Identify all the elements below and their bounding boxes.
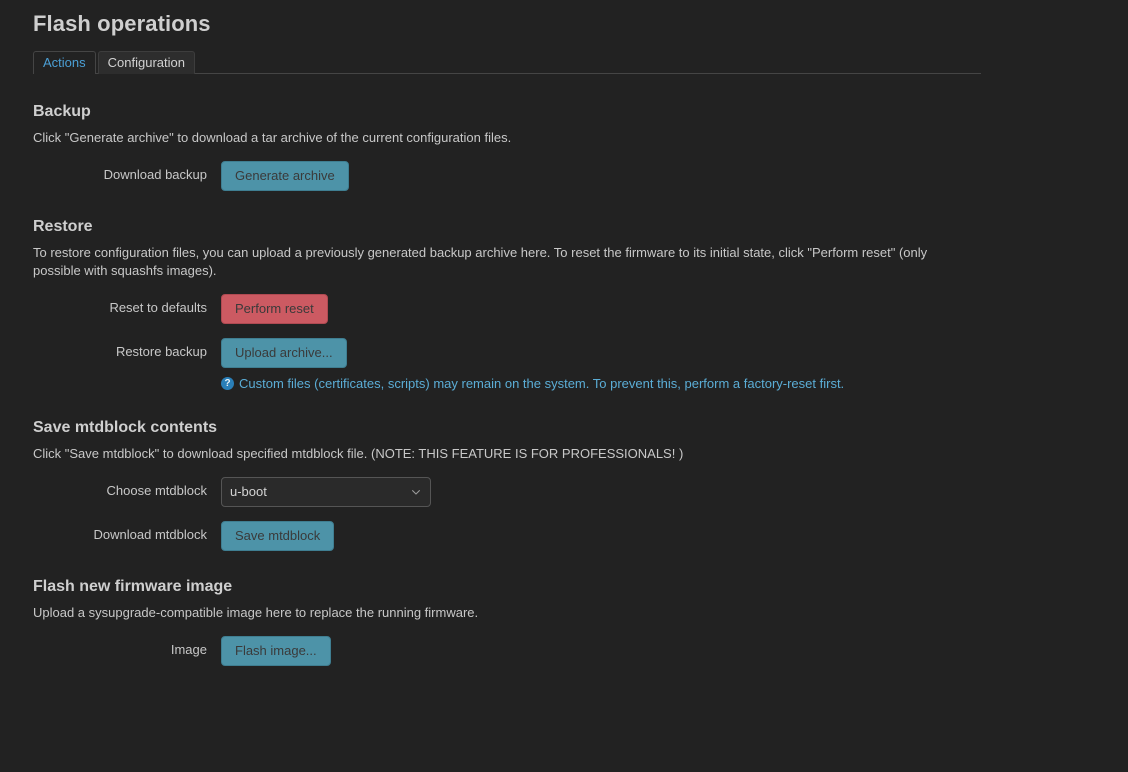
restore-heading: Restore (33, 218, 93, 235)
flash-image-button[interactable]: Flash image... (221, 636, 331, 666)
row-download-mtdblock: Download mtdblock Save mtdblock (33, 521, 1128, 551)
firmware-heading: Flash new firmware image (33, 578, 233, 595)
image-field: Flash image... (221, 636, 1128, 666)
save-mtdblock-button[interactable]: Save mtdblock (221, 521, 335, 551)
row-reset-to-defaults: Reset to defaults Perform reset (33, 294, 1128, 324)
section-backup: Backup Click "Generate archive" to downl… (33, 102, 1128, 191)
restore-help-text: Custom files (certificates, scripts) may… (239, 376, 845, 391)
row-restore-backup: Restore backup Upload archive... ? Custo… (33, 338, 1128, 392)
download-mtdblock-label: Download mtdblock (93, 527, 207, 542)
tab-actions[interactable]: Actions (33, 51, 96, 75)
backup-description: Click "Generate archive" to download a t… (33, 130, 512, 145)
restore-backup-field: Upload archive... ? Custom files (certif… (221, 338, 1128, 392)
download-mtdblock-field: Save mtdblock (221, 521, 1128, 551)
generate-archive-button[interactable]: Generate archive (221, 161, 349, 191)
section-restore: Restore To restore configuration files, … (33, 217, 1128, 392)
backup-heading: Backup (33, 103, 91, 120)
restore-backup-label: Restore backup (115, 344, 207, 359)
tab-configuration[interactable]: Configuration (97, 51, 195, 74)
mtdblock-description: Click "Save mtdblock" to download specif… (33, 446, 684, 461)
download-backup-field: Generate archive (221, 161, 1128, 191)
flash-operations-page: Flash operations Actions Configuration B… (0, 0, 1128, 772)
row-download-backup: Download backup Generate archive (33, 161, 1128, 191)
question-circle-icon: ? (221, 377, 234, 390)
reset-to-defaults-field: Perform reset (221, 294, 1128, 324)
restore-description: To restore configuration files, you can … (33, 245, 928, 278)
restore-help-line: ? Custom files (certificates, scripts) m… (221, 375, 1128, 392)
mtdblock-select[interactable]: u-boot (221, 477, 431, 507)
section-mtdblock: Save mtdblock contents Click "Save mtdbl… (33, 418, 1128, 551)
mtdblock-heading: Save mtdblock contents (33, 419, 218, 436)
firmware-description: Upload a sysupgrade-compatible image her… (33, 605, 479, 620)
image-label: Image (170, 642, 207, 657)
page-content: Backup Click "Generate archive" to downl… (0, 102, 1128, 666)
section-firmware: Flash new firmware image Upload a sysupg… (33, 577, 1128, 666)
choose-mtdblock-label: Choose mtdblock (106, 483, 207, 498)
choose-mtdblock-field: u-boot (221, 477, 1128, 507)
perform-reset-button[interactable]: Perform reset (221, 294, 328, 324)
reset-to-defaults-label: Reset to defaults (109, 300, 207, 315)
mtdblock-select-wrapper: u-boot (221, 477, 431, 507)
tab-list: Actions Configuration (33, 51, 1128, 75)
page-title: Flash operations (33, 11, 211, 36)
row-choose-mtdblock: Choose mtdblock u-boot (33, 477, 1128, 507)
upload-archive-button[interactable]: Upload archive... (221, 338, 347, 368)
tab-bar: Actions Configuration (0, 51, 1128, 75)
row-flash-image: Image Flash image... (33, 636, 1128, 666)
download-backup-label: Download backup (103, 167, 207, 182)
